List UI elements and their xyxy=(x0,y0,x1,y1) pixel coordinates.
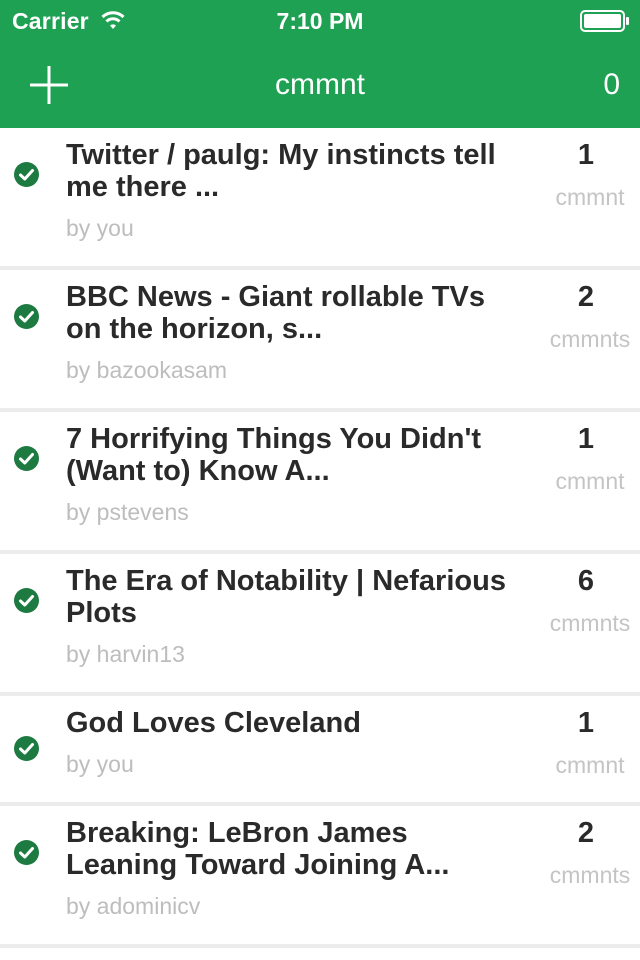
item-author: by adominicv xyxy=(66,893,201,919)
page-title: cmmnt xyxy=(275,68,365,101)
comment-count: 2 xyxy=(577,817,595,849)
list-item[interactable]: Twitter / paulg: My instincts tell me th… xyxy=(0,128,640,270)
comment-count-label: cmmnts xyxy=(549,326,631,352)
item-title: Breaking: LeBron James Leaning Toward Jo… xyxy=(66,817,450,881)
comment-count: 1 xyxy=(577,423,595,455)
item-author: by harvin13 xyxy=(66,641,185,667)
comment-count-label: cmmnt xyxy=(555,468,625,494)
header: Carrier 7:10 PM cmmnt 0 xyxy=(0,0,640,128)
list-item[interactable]: BBC News - Giant rollable TVs on the hor… xyxy=(0,270,640,412)
item-title: BBC News - Giant rollable TVs on the hor… xyxy=(66,281,485,345)
list-item[interactable]: Breaking: LeBron James Leaning Toward Jo… xyxy=(0,806,640,948)
item-author: by bazookasam xyxy=(66,357,228,383)
battery-icon xyxy=(580,10,629,32)
clock: 7:10 PM xyxy=(276,8,364,34)
item-title: God Loves Cleveland xyxy=(66,707,361,739)
item-title: 7 Horrifying Things You Didn't (Want to)… xyxy=(66,423,482,487)
navigation-bar: cmmnt 0 xyxy=(0,40,640,128)
comment-count: 1 xyxy=(577,707,595,739)
list-item[interactable]: God Loves Cleveland by you 1 cmmnt xyxy=(0,696,640,806)
check-icon xyxy=(14,588,39,613)
comment-count: 1 xyxy=(577,139,595,171)
comment-count-label: cmmnt xyxy=(555,184,625,210)
item-author: by you xyxy=(66,751,134,777)
list-item[interactable]: The Era of Notability | Nefarious Plots … xyxy=(0,554,640,696)
item-title: The Era of Notability | Nefarious Plots xyxy=(66,565,506,629)
item-author: by you xyxy=(66,215,134,241)
status-bar: Carrier 7:10 PM xyxy=(0,0,640,40)
comment-count-label: cmmnts xyxy=(549,862,631,888)
comment-count: 2 xyxy=(577,281,595,313)
comment-count-label: cmmnts xyxy=(549,610,631,636)
check-icon xyxy=(14,736,39,761)
comment-count-label: cmmnt xyxy=(555,752,625,778)
check-icon xyxy=(14,162,39,187)
check-icon xyxy=(14,304,39,329)
notification-count[interactable]: 0 xyxy=(603,68,620,102)
comment-count: 6 xyxy=(577,565,595,597)
check-icon xyxy=(14,840,39,865)
item-author: by pstevens xyxy=(66,499,189,525)
item-title: Twitter / paulg: My instincts tell me th… xyxy=(66,139,496,203)
check-icon xyxy=(14,446,39,471)
list-item[interactable]: 7 Horrifying Things You Didn't (Want to)… xyxy=(0,412,640,554)
link-list: Twitter / paulg: My instincts tell me th… xyxy=(0,128,640,948)
